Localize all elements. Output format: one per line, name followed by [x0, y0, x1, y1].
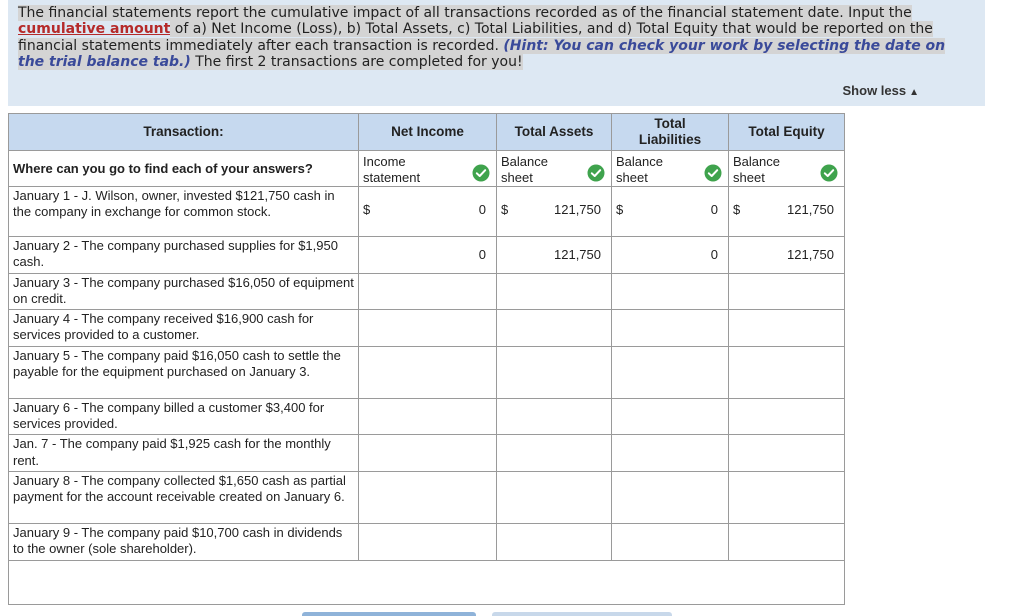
cell-value: 121,750 [787, 202, 834, 217]
table-row: January 8 - The company collected $1,650… [8, 470, 845, 524]
answer-total-liabilities[interactable]: Balance sheet [611, 150, 729, 187]
header-total-equity: Total Equity [728, 113, 845, 151]
answer-total-equity[interactable]: Balance sheet [728, 150, 845, 187]
instructions-part1: The financial statements report the cumu… [18, 5, 912, 21]
table-row: January 6 - The company billed a custome… [8, 397, 845, 436]
input-total-equity[interactable]: $121,750 [728, 186, 845, 237]
header-net-income: Net Income [358, 113, 497, 151]
bottom-tab-button[interactable] [492, 612, 672, 616]
input-total-liabilities[interactable] [611, 272, 729, 311]
transaction-label: January 1 - J. Wilson, owner, invested $… [8, 186, 359, 237]
input-total-liabilities[interactable] [611, 309, 729, 347]
check-circle-icon [472, 164, 490, 182]
input-total-liabilities[interactable] [611, 434, 729, 472]
cell-value: 0 [478, 202, 486, 217]
question-row: Where can you go to find each of your an… [8, 150, 845, 187]
input-net-income[interactable]: 0 [358, 236, 497, 274]
input-total-assets[interactable] [496, 345, 612, 399]
input-total-liabilities[interactable]: 0 [611, 236, 729, 274]
transaction-label: Jan. 7 - The company paid $1,925 cash fo… [8, 434, 359, 472]
input-total-equity[interactable] [728, 434, 845, 472]
answer-total-liabilities-text: Balance sheet [616, 154, 663, 185]
input-total-equity[interactable] [728, 522, 845, 561]
input-total-assets[interactable] [496, 434, 612, 472]
check-circle-icon [704, 164, 722, 182]
input-total-equity[interactable] [728, 309, 845, 347]
transaction-label: January 2 - The company purchased suppli… [8, 236, 359, 274]
cell-value: 121,750 [554, 247, 601, 262]
cell-value: 0 [710, 247, 718, 262]
header-total-liabilities: Total Liabilities [611, 113, 729, 151]
caret-up-icon: ▲ [909, 87, 919, 98]
input-net-income[interactable] [358, 309, 497, 347]
table-row: January 3 - The company purchased $16,05… [8, 272, 845, 311]
table-row: January 2 - The company purchased suppli… [8, 236, 845, 274]
currency-symbol: $ [501, 202, 509, 217]
table-row: January 1 - J. Wilson, owner, invested $… [8, 186, 845, 237]
table-header-row: Transaction: Net Income Total Assets Tot… [8, 113, 845, 151]
table-row: January 4 - The company received $16,900… [8, 309, 845, 347]
input-total-assets[interactable] [496, 522, 612, 561]
answer-total-assets[interactable]: Balance sheet [496, 150, 612, 187]
instructions-part3: The first 2 transactions are completed f… [190, 54, 523, 71]
answer-total-assets-text: Balance sheet [501, 154, 548, 185]
transaction-label: January 8 - The company collected $1,650… [8, 470, 359, 524]
cell-value: 0 [710, 202, 718, 217]
answer-net-income[interactable]: Income statement [358, 150, 497, 187]
empty-row [8, 559, 845, 605]
transaction-label: January 4 - The company received $16,900… [8, 309, 359, 347]
currency-symbol: $ [616, 202, 624, 217]
input-net-income[interactable] [358, 397, 497, 436]
input-total-assets[interactable] [496, 309, 612, 347]
input-total-assets[interactable] [496, 272, 612, 311]
table-row: January 9 - The company paid $10,700 cas… [8, 522, 845, 561]
empty-cell [8, 559, 845, 605]
table-row: Jan. 7 - The company paid $1,925 cash fo… [8, 434, 845, 472]
question-label: Where can you go to find each of your an… [8, 150, 359, 187]
input-total-liabilities[interactable]: $0 [611, 186, 729, 237]
input-net-income[interactable] [358, 434, 497, 472]
input-net-income[interactable] [358, 470, 497, 524]
cell-value: 121,750 [554, 202, 601, 217]
input-total-assets[interactable]: 121,750 [496, 236, 612, 274]
input-total-assets[interactable] [496, 470, 612, 524]
input-net-income[interactable] [358, 522, 497, 561]
cumulative-amount-link[interactable]: cumulative amount [18, 21, 170, 37]
currency-symbol: $ [363, 202, 371, 217]
input-total-assets[interactable] [496, 397, 612, 436]
transaction-label: January 6 - The company billed a custome… [8, 397, 359, 436]
answer-net-income-text: Income statement [363, 154, 421, 185]
header-transaction: Transaction: [8, 113, 359, 151]
input-total-equity[interactable] [728, 470, 845, 524]
input-total-liabilities[interactable] [611, 397, 729, 436]
transactions-table: Transaction: Net Income Total Assets Tot… [8, 113, 845, 605]
answer-total-equity-text: Balance sheet [733, 154, 780, 185]
input-total-assets[interactable]: $121,750 [496, 186, 612, 237]
input-net-income[interactable]: $0 [358, 186, 497, 237]
transaction-label: January 5 - The company paid $16,050 cas… [8, 345, 359, 399]
input-total-equity[interactable] [728, 345, 845, 399]
cell-value: 121,750 [787, 247, 834, 262]
show-less-toggle[interactable]: Show less ▲ [843, 83, 919, 98]
table-row: January 5 - The company paid $16,050 cas… [8, 345, 845, 399]
check-circle-icon [820, 164, 838, 182]
instructions-panel: The financial statements report the cumu… [8, 0, 985, 106]
input-total-equity[interactable] [728, 272, 845, 311]
header-total-assets: Total Assets [496, 113, 612, 151]
input-total-liabilities[interactable] [611, 470, 729, 524]
input-total-equity[interactable] [728, 397, 845, 436]
cell-value: 0 [478, 247, 486, 262]
input-net-income[interactable] [358, 345, 497, 399]
input-total-liabilities[interactable] [611, 522, 729, 561]
input-total-equity[interactable]: 121,750 [728, 236, 845, 274]
input-total-liabilities[interactable] [611, 345, 729, 399]
bottom-tab-button[interactable] [302, 612, 476, 616]
input-net-income[interactable] [358, 272, 497, 311]
transaction-label: January 9 - The company paid $10,700 cas… [8, 522, 359, 561]
instructions-text: The financial statements report the cumu… [18, 5, 973, 71]
currency-symbol: $ [733, 202, 741, 217]
check-circle-icon [587, 164, 605, 182]
transaction-label: January 3 - The company purchased $16,05… [8, 272, 359, 311]
show-less-label: Show less [842, 83, 907, 98]
